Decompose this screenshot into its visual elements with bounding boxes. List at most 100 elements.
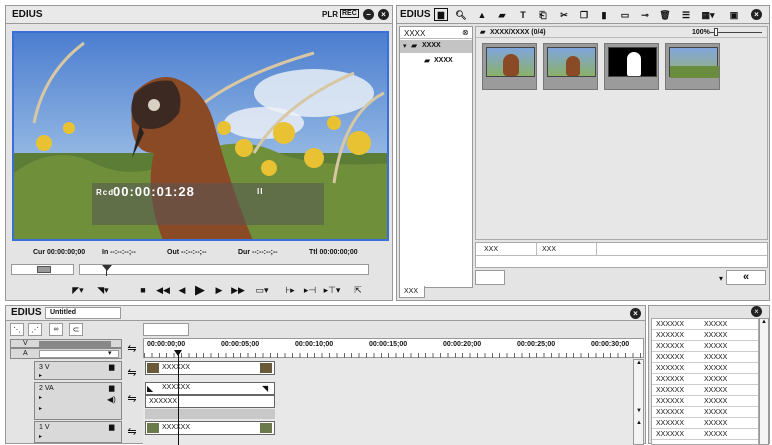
step-forward-icon[interactable]: ▶ [212,282,226,298]
zoom-slider[interactable] [710,28,762,36]
folder-view-icon[interactable]: ▆ [434,8,448,21]
bin-tab[interactable]: XXX [399,286,425,298]
display-icon[interactable]: ▭ [618,8,632,22]
new-clip-icon[interactable]: ⎗ [536,8,550,22]
expand-icon[interactable]: ▸ [39,372,42,379]
list-row[interactable]: XXXXXX XXXXX [652,319,758,330]
clip-thumbnail-3[interactable] [604,43,659,90]
zoom-handle[interactable] [714,28,718,36]
position-playhead[interactable] [102,265,112,271]
briefcase-icon[interactable]: ▣ [727,8,741,22]
channel-a-select[interactable]: ▾ [39,350,119,358]
tree-close-icon[interactable]: ⊗ [462,28,469,37]
clip-thumbnail-1[interactable] [482,43,537,90]
plr-label[interactable]: PLR [322,10,338,19]
channel-v-bar[interactable] [39,341,111,347]
loop-icon[interactable]: ▭▾ [253,282,271,298]
side-close-icon[interactable]: × [751,306,762,317]
video-preview[interactable]: Rcd 00:00:01:28 II [12,31,389,241]
timeline-clip-1v[interactable]: XXXXXX [145,421,275,435]
cut-icon[interactable]: ✂ [557,8,571,22]
list-row[interactable]: XXXXXX XXXXX [652,352,758,363]
search-icon[interactable]: 🔍︎ [454,8,468,22]
clip-thumbnail-2[interactable] [543,43,598,90]
clip-thumbnail-4[interactable] [665,43,720,90]
list-row[interactable]: XXXXXX XXXXX [652,429,758,440]
scroll-up-icon[interactable]: ▲ [636,360,642,366]
insert-icon[interactable]: ⊦▸ [282,282,298,298]
shuttle-handle[interactable] [37,266,51,273]
position-slider[interactable] [79,264,369,276]
timeline-scrollbar[interactable]: ▲ ▼ ▲ [633,359,644,445]
timeline-close-icon[interactable]: × [630,308,641,319]
minimize-icon[interactable]: − [363,9,374,20]
up-folder-icon[interactable]: ▲ [475,8,489,22]
properties-icon[interactable]: ☰ [679,8,693,22]
expand-icon[interactable]: ▸ [39,433,42,440]
collapse-panel-button[interactable]: « [726,270,766,285]
list-row[interactable]: XXXXXX XXXXX [652,396,758,407]
expand-icon[interactable]: ▸ [39,405,42,412]
close-icon[interactable]: × [378,9,389,20]
title-icon[interactable]: T [516,8,530,22]
list-row[interactable]: XXXXXX XXXXX [652,330,758,341]
shuttle-slider[interactable] [11,264,74,275]
timeline-clip-2va-audio[interactable]: XXXXXX [145,395,275,408]
track-header-3v[interactable]: 3 V ▆ ▸ [34,361,122,380]
list-row[interactable]: XXXXXX XXXXX [652,363,758,374]
expand-icon[interactable]: ▾ [403,42,407,50]
dropdown-arrow-icon[interactable]: ▾ [719,274,723,283]
view-mode-icon[interactable]: ▦▾ [699,8,717,22]
set-in-icon[interactable]: ◤▾ [70,282,86,298]
chevron-down-icon[interactable]: ▾ [108,349,112,357]
list-row[interactable]: XXXXXX XXXXX [652,341,758,352]
bin-close-icon[interactable]: × [751,9,762,20]
swap-icon[interactable]: ⇋ [124,391,140,405]
export-icon[interactable]: ⇱ [350,282,366,298]
overwrite-icon[interactable]: ▸⊣ [302,282,318,298]
timeline-clip-2va-video[interactable]: ◣ XXXXXX ◥ [145,382,275,395]
list-row[interactable]: XXXXXX XXXXX [652,374,758,385]
track-tool-icon-2[interactable]: ⋰ [28,323,42,336]
play-icon[interactable]: ▶ [192,282,208,298]
track-header-2va[interactable]: 2 VA ▆ ▸ ◀) ▸ [34,382,122,420]
rewind-icon[interactable]: ◀◀ [155,282,171,298]
tree-child-item[interactable]: ▰ XXXX [400,55,472,68]
timeline-clip-3v[interactable]: XXXXXX [145,361,275,375]
list-row[interactable]: XXXXXX XXXXX [652,407,758,418]
timeline-ruler[interactable]: 00:00:00;00 00:00:05;00 00:00:10;00 00:0… [143,338,644,358]
expand-icon[interactable]: ▸ [39,394,42,401]
step-back-icon[interactable]: ◀ [175,282,189,298]
playhead-marker[interactable] [174,350,182,356]
list-row[interactable]: XXXXXX XXXXX [652,385,758,396]
magnet-icon[interactable]: ⊂ [69,323,83,336]
list-row[interactable]: XXXXXX XXXXX [652,418,758,429]
fast-forward-icon[interactable]: ▶▶ [230,282,246,298]
scroll-up-icon[interactable]: ▲ [761,319,767,325]
swap-icon[interactable]: ⇋ [124,424,140,438]
open-folder-icon[interactable]: ▰ [495,8,509,22]
video-mute-icon[interactable]: ▆ [109,363,114,371]
scroll-down-icon[interactable]: ▼ [636,408,642,414]
edit-mode-icon[interactable]: ▸⊤▾ [322,282,342,298]
link-icon[interactable]: ∞ [49,323,63,336]
paste-icon[interactable]: ▮ [597,8,611,22]
bin-search-field[interactable] [475,270,505,285]
track-tool-icon-1[interactable]: ⋱ [10,323,24,336]
delete-icon[interactable]: 🗑︎ [658,8,672,22]
swap-icon[interactable]: ⇋ [124,341,140,355]
scroll-up-icon[interactable]: ▲ [636,420,642,426]
track-header-1v[interactable]: 1 V ▆ ▸ [34,421,122,443]
copy-icon[interactable]: ❐ [577,8,591,22]
rec-label[interactable]: REC [340,9,359,18]
set-out-icon[interactable]: ◥▾ [95,282,111,298]
stop-icon[interactable]: ■ [136,282,150,298]
video-mute-icon[interactable]: ▆ [109,384,114,392]
side-scrollbar[interactable]: ▲ [759,318,769,445]
video-mute-icon[interactable]: ▆ [109,423,114,431]
timecode-input[interactable] [143,323,189,336]
add-to-timeline-icon[interactable]: ⊸ [638,8,652,22]
timeline-playhead[interactable] [178,350,179,445]
speaker-icon[interactable]: ◀) [107,395,116,404]
swap-icon[interactable]: ⇋ [124,365,140,379]
